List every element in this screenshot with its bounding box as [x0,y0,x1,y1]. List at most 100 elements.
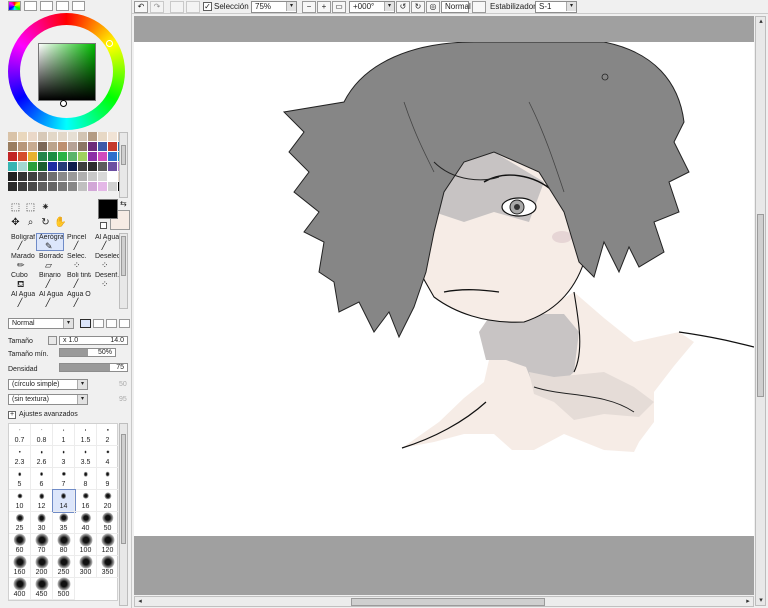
color-swatch[interactable] [38,182,47,191]
color-swatch[interactable] [48,142,57,151]
selection-tool-icon[interactable]: ✥ [8,215,23,230]
color-swatch[interactable] [38,152,47,161]
rotate-right-button[interactable]: ↻ [411,1,425,13]
color-swatch[interactable] [108,172,117,181]
brush-size-option[interactable]: 25 [9,512,31,534]
zoom-in-button[interactable]: + [317,1,331,13]
color-wheel[interactable] [8,13,125,130]
color-swatch[interactable] [38,142,47,151]
color-swatch[interactable] [18,172,27,181]
swatch-scrollbar[interactable] [119,132,128,198]
color-swatch[interactable] [48,132,57,141]
brush-size-option[interactable]: 6 [31,468,53,490]
brush-shape-flat[interactable] [106,319,117,328]
selection-tool-icon[interactable]: ⌕ [23,215,38,230]
color-swatch[interactable] [98,132,107,141]
brush-tool[interactable]: Bolígrafo╱ [8,233,36,251]
brush-size-option[interactable]: 1 [53,424,75,446]
brush-size-option[interactable]: 500 [53,577,75,600]
scroll-up-icon[interactable]: ▴ [756,17,766,26]
scroll-down-icon[interactable]: ▾ [756,596,766,605]
brush-tool[interactable]: Agua Ol ╱ [64,290,92,308]
brush-size-option[interactable]: 60 [9,533,31,556]
zoom-out-button[interactable]: − [302,1,316,13]
color-swatch[interactable] [78,162,87,171]
color-swatch[interactable] [78,132,87,141]
brush-size-option[interactable]: 12 [31,490,53,512]
swatches-tab[interactable] [72,1,85,11]
brush-shape-select[interactable]: (círculo simple) ▾ [8,379,88,390]
size-scrollbar[interactable] [119,423,128,606]
brush-size-option[interactable]: 2 [97,424,119,446]
color-swatch[interactable] [108,132,117,141]
invert-selection-button[interactable] [186,1,200,13]
rotation-select[interactable]: +000° ▾ [349,1,395,13]
color-swatch[interactable] [38,162,47,171]
brush-size-option[interactable]: 9 [97,468,119,490]
brush-size-option[interactable]: 7 [53,468,75,490]
brush-size-option[interactable]: 30 [31,512,53,534]
color-swatch[interactable] [88,172,97,181]
color-swatch[interactable] [68,152,77,161]
color-swatch[interactable] [68,182,77,191]
redo-button[interactable]: ↷ [150,1,164,13]
brush-tool[interactable]: Al Agua ╱ [36,290,64,308]
brush-tool[interactable]: Aerógrafo✎ [36,233,64,251]
scroll-right-icon[interactable]: ▸ [743,597,753,606]
brush-size-option[interactable]: 8 [75,468,97,490]
brush-size-option[interactable]: 40 [75,512,97,534]
foreground-color[interactable] [98,199,118,219]
selection-tool-icon[interactable]: ↻ [38,215,53,230]
selection-tool-icon[interactable] [68,200,83,215]
color-swatch[interactable] [98,162,107,171]
brush-shape-pointed[interactable] [80,319,91,328]
brush-size-option[interactable]: 50 [97,512,119,534]
color-swatch[interactable] [78,152,87,161]
brush-tool[interactable]: Pincel ╱ [64,233,92,251]
color-wheel-tab[interactable] [8,1,21,11]
color-swatch[interactable] [58,142,67,151]
brush-size-option[interactable]: 0.7 [9,424,31,446]
brush-size-option[interactable]: 80 [53,533,75,556]
zoom-reset-button[interactable]: ▭ [332,1,346,13]
brush-size-option[interactable]: 450 [31,577,53,600]
selection-checkbox[interactable]: ✓ [203,2,212,11]
brush-size-option[interactable]: 2.6 [31,446,53,468]
brush-tool[interactable]: Selec. ⁘ [64,252,92,270]
color-swatch[interactable] [108,182,117,191]
color-swatch[interactable] [28,162,37,171]
rgb-sliders-tab[interactable] [24,1,37,11]
swatch-scroll-thumb[interactable] [121,145,126,165]
color-swatch[interactable] [68,162,77,171]
color-swatches[interactable] [8,132,127,191]
color-swatch[interactable] [28,132,37,141]
color-swatch[interactable] [48,172,57,181]
color-swatch[interactable] [98,142,107,151]
color-swatch[interactable] [108,152,117,161]
color-swatch[interactable] [48,162,57,171]
brush-size-option[interactable]: 10 [9,490,31,512]
brush-tool[interactable] [92,290,120,308]
zoom-select[interactable]: 75% ▾ [251,1,297,13]
color-swatch[interactable] [68,132,77,141]
brush-size-option[interactable]: 350 [97,555,119,578]
selection-tool-icon[interactable]: ⬚ [23,200,38,215]
brush-size-option[interactable]: 3.5 [75,446,97,468]
color-swatch[interactable] [18,152,27,161]
color-swatch[interactable] [58,132,67,141]
color-swatch[interactable] [98,152,107,161]
color-swatch[interactable] [58,172,67,181]
brush-size-option[interactable]: 400 [9,577,31,600]
color-swatch[interactable] [28,182,37,191]
brush-shape-round[interactable] [93,319,104,328]
density-slider[interactable]: 75 [59,363,128,372]
undo-button[interactable]: ↶ [134,1,148,13]
brush-tool[interactable]: Deselec. ⁘ [92,252,120,270]
color-swatch[interactable] [28,172,37,181]
selection-tool-icon[interactable] [83,215,98,230]
view-mode-select[interactable]: Normal [441,1,471,13]
gradient-tab[interactable] [56,1,69,11]
brush-tool[interactable]: Marador ✏ [8,252,36,270]
brush-size-option[interactable]: 16 [75,490,97,512]
default-colors-icon[interactable] [100,222,107,229]
